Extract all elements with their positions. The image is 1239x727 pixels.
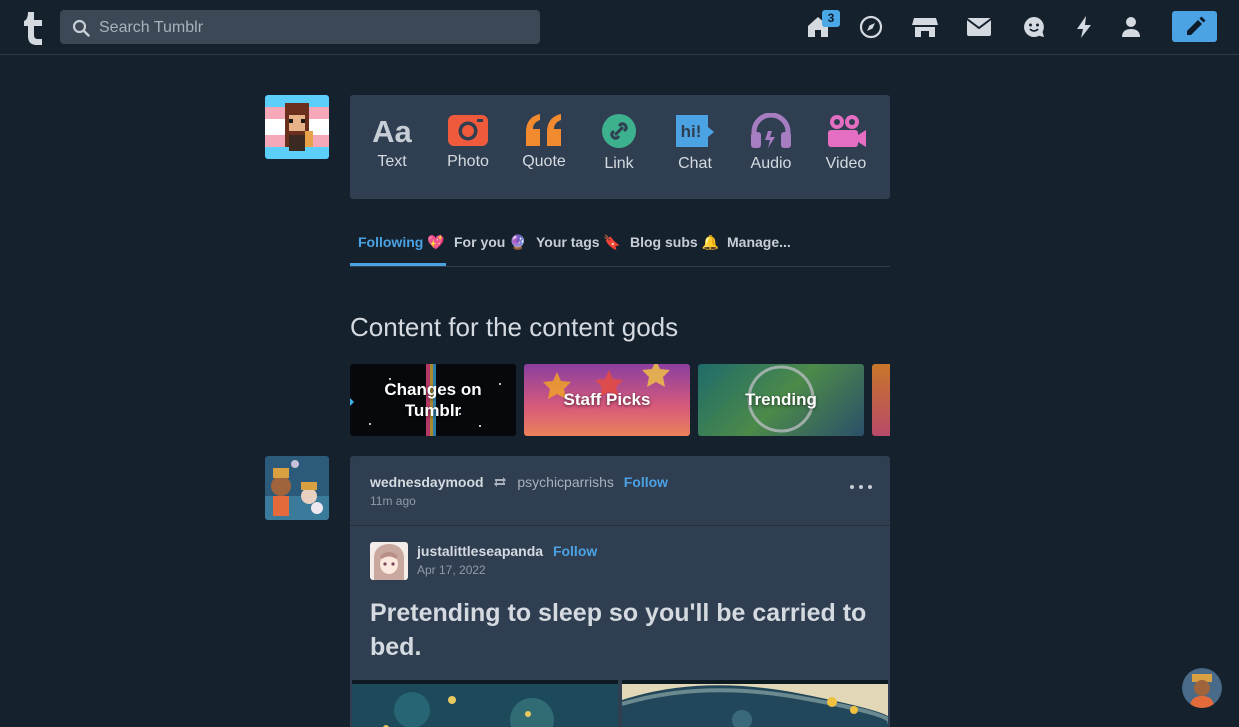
card-label: Staff Picks [563,390,651,409]
top-navigation-bar: 3 [0,0,1239,55]
search-input[interactable] [97,10,531,46]
link-icon [602,114,636,148]
card-label: Trending [745,390,817,409]
reblog-icon [494,477,507,487]
reblogger-avatar[interactable] [265,456,329,520]
source-follow-button[interactable]: Follow [553,543,597,559]
post-type-photo[interactable]: Photo [430,113,506,171]
search-icon [72,19,90,37]
post-body-text: Pretending to sleep so you'll be carried… [370,599,867,661]
section-title: Content for the content gods [350,312,679,342]
messages-nav-button[interactable] [1019,12,1049,42]
card-trending[interactable]: Trending [698,364,864,436]
account-nav-button[interactable] [1116,12,1146,42]
active-tab-indicator [350,263,446,266]
card-label: Changes on Tumblr [384,380,482,420]
inbox-nav-button[interactable] [964,12,994,42]
post-card: wednesdaymood psychicparrishs Follow 11m… [350,456,890,727]
lightning-icon [1077,16,1091,38]
post-divider [350,525,890,526]
home-notification-badge: 3 [822,10,840,27]
store-icon [912,18,938,37]
person-icon [1122,17,1140,37]
dot [850,485,854,489]
dot [859,485,863,489]
dot [868,485,872,489]
source-user-name[interactable]: justalittleseapanda [417,543,543,559]
shop-nav-button[interactable] [910,12,940,42]
post-type-video-label: Video [825,155,867,172]
post-type-link[interactable]: Link [581,113,657,173]
post-type-link-label: Link [604,155,634,172]
post-type-selector: Aa Text Photo Quote Link hi! Chat Audio … [350,95,890,199]
source-date[interactable]: Apr 17, 2022 [417,563,486,577]
post-header: wednesdaymood psychicparrishs Follow [370,474,668,490]
feed-tabs: Following 💖 For you 🔮 Your tags 🔖 Blog s… [350,226,890,267]
post-timestamp[interactable]: 11m ago [370,494,416,508]
post-type-text[interactable]: Aa Text [354,113,430,171]
pencil-icon [1186,16,1205,35]
reblogger-name[interactable]: wednesdaymood [370,474,484,490]
card-partial[interactable] [872,364,890,436]
floating-avatar-button[interactable] [1182,668,1222,708]
post-photo-left[interactable] [352,680,618,727]
tab-following[interactable]: Following 💖 [358,234,445,251]
envelope-icon [966,18,992,36]
post-type-video[interactable]: Video [808,113,884,173]
post-type-audio-label: Audio [750,155,792,172]
tab-for-you[interactable]: For you 🔮 [454,234,527,251]
explore-nav-button[interactable] [856,12,886,42]
source-header: justalittleseapanda Follow [417,543,597,559]
tab-blog-subs[interactable]: Blog subs 🔔 [630,234,719,251]
activity-nav-button[interactable] [1069,12,1099,42]
user-avatar[interactable] [265,95,329,159]
card-staff-picks[interactable]: Staff Picks [524,364,690,436]
post-type-quote[interactable]: Quote [506,113,582,171]
compose-post-button[interactable] [1172,11,1217,42]
text-icon: Aa [372,114,412,147]
chat-smile-icon [1024,17,1044,37]
search-bar[interactable] [60,10,540,46]
video-icon [828,115,866,147]
quote-icon [526,114,561,146]
svg-text:hi!: hi! [681,122,702,141]
compass-icon [859,15,883,39]
tumblr-logo-icon[interactable] [22,10,46,46]
svg-text:Aa: Aa [372,114,412,147]
card-changes-on-tumblr[interactable]: Changes on Tumblr [350,364,516,436]
post-type-photo-label: Photo [447,153,489,170]
post-type-chat[interactable]: hi! Chat [657,113,733,173]
chat-icon: hi! [676,115,714,147]
camera-icon [448,115,488,146]
reblogged-from-name[interactable]: psychicparrishs [517,474,613,490]
post-type-audio[interactable]: Audio [733,113,809,173]
tab-manage[interactable]: Manage... [727,234,791,250]
post-type-text-label: Text [377,153,407,170]
tab-your-tags[interactable]: Your tags 🔖 [536,234,621,251]
headphones-icon [751,113,791,148]
source-avatar[interactable] [370,542,408,580]
post-photo-right[interactable] [622,680,888,727]
follow-button[interactable]: Follow [624,474,668,490]
post-type-chat-label: Chat [678,155,712,172]
more-options-button[interactable] [850,480,872,494]
post-type-quote-label: Quote [522,153,566,170]
